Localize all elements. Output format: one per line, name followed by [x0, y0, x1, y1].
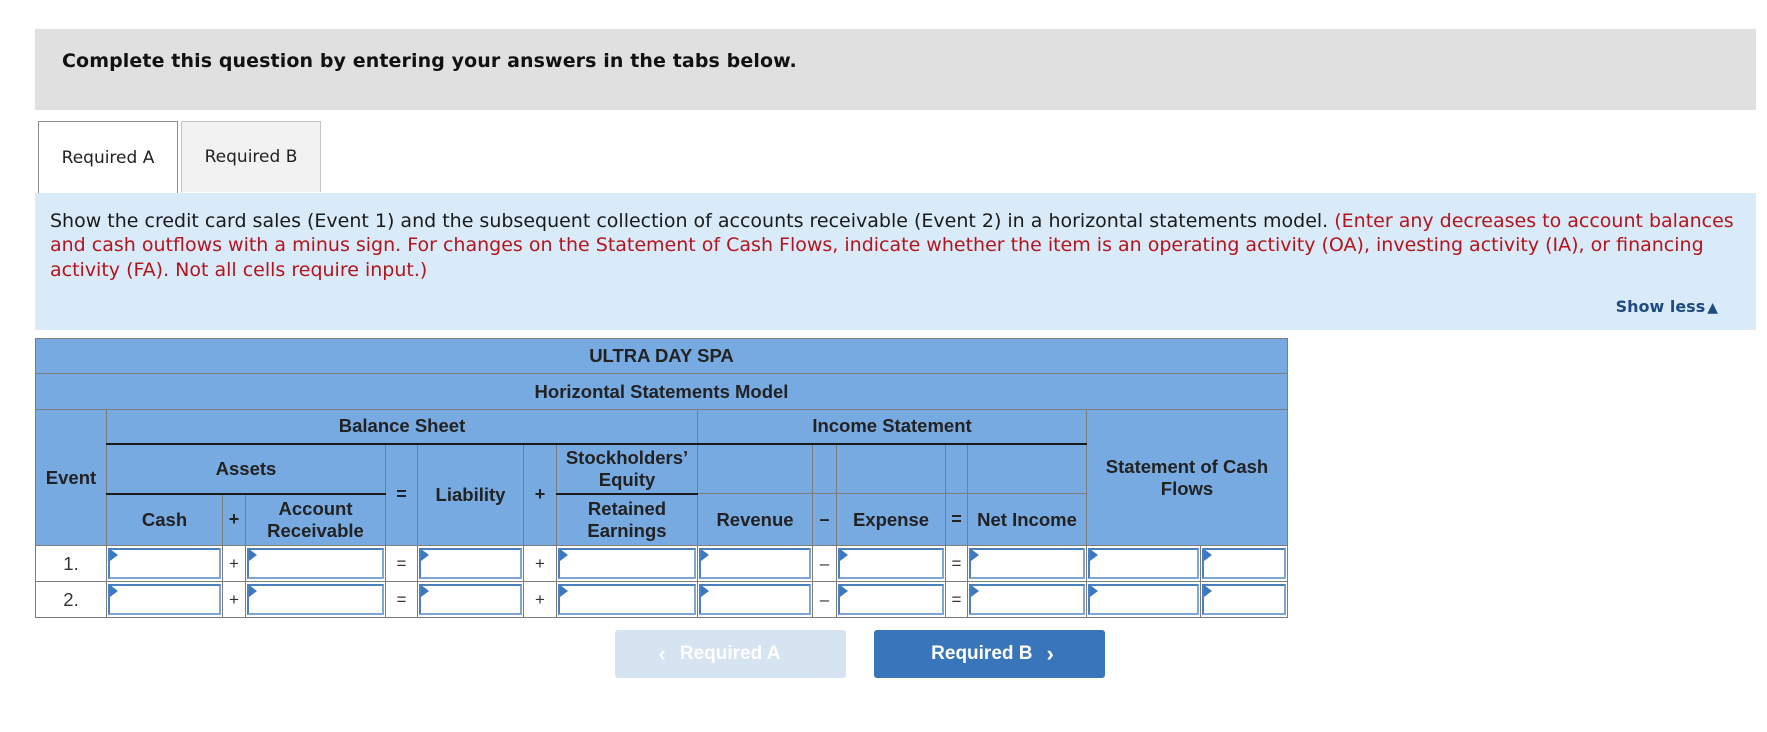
- event-header: Event: [35, 409, 107, 546]
- account-receivable-input[interactable]: [247, 584, 384, 615]
- expense-header: Expense: [836, 493, 946, 546]
- cash-input[interactable]: [108, 584, 221, 615]
- triangle-up-icon: ▲: [1707, 300, 1718, 316]
- revenue-spacer: [697, 443, 813, 494]
- table-row: 1. + = + – =: [35, 545, 1288, 582]
- tab-bar: Required A Required B: [35, 121, 1756, 194]
- next-button-label: Required B: [931, 643, 1033, 664]
- table-title: Horizontal Statements Model: [35, 373, 1288, 410]
- revenue-input[interactable]: [699, 548, 811, 579]
- account-receivable-input[interactable]: [247, 548, 384, 579]
- instructions-panel: Show the credit card sales (Event 1) and…: [35, 193, 1756, 330]
- equals-sign: =: [385, 581, 418, 618]
- prev-button-label: Required A: [679, 643, 781, 664]
- cash-flow-activity-select[interactable]: [1202, 548, 1286, 579]
- table-row: 2. + = + – =: [35, 581, 1288, 618]
- net-income-input[interactable]: [969, 584, 1085, 615]
- account-receivable-header: Account Receivable: [245, 493, 386, 546]
- expense-input[interactable]: [838, 584, 944, 615]
- plus-sign: +: [523, 545, 557, 582]
- expense-input[interactable]: [838, 548, 944, 579]
- equals-sign: =: [945, 581, 968, 618]
- balance-sheet-header: Balance Sheet: [106, 409, 698, 445]
- cash-flow-activity-select[interactable]: [1202, 584, 1286, 615]
- minus-sign: –: [812, 581, 837, 618]
- equals-operator-income: =: [945, 493, 968, 546]
- minus-sign: –: [812, 545, 837, 582]
- revenue-header: Revenue: [697, 493, 813, 546]
- assets-header: Assets: [106, 443, 386, 495]
- event-number: 2.: [35, 581, 107, 618]
- show-less-link[interactable]: Show less ▲: [1616, 297, 1718, 316]
- plus-operator-header: +: [523, 443, 557, 546]
- stockholders-equity-header: Stockholders’ Equity: [556, 443, 698, 495]
- cash-input[interactable]: [108, 548, 221, 579]
- plus-sign: +: [222, 545, 246, 582]
- chevron-left-icon: ‹: [658, 641, 666, 666]
- tab-required-b[interactable]: Required B: [181, 121, 321, 192]
- liability-header: Liability: [417, 443, 524, 546]
- equals-sign: =: [385, 545, 418, 582]
- plus-sign: +: [523, 581, 557, 618]
- tab-required-a[interactable]: Required A: [38, 121, 178, 193]
- revenue-input[interactable]: [699, 584, 811, 615]
- net-income-spacer: [967, 443, 1087, 494]
- liability-input[interactable]: [419, 548, 522, 579]
- cash-flow-amount-input[interactable]: [1088, 548, 1199, 579]
- cash-header: Cash: [106, 493, 223, 546]
- retained-earnings-header: Retained Earnings: [556, 493, 698, 546]
- minus-spacer: [812, 443, 837, 494]
- question-header-text: Complete this question by entering your …: [62, 50, 797, 72]
- cash-flow-amount-input[interactable]: [1088, 584, 1199, 615]
- expense-spacer: [836, 443, 946, 494]
- income-statement-header: Income Statement: [697, 409, 1087, 445]
- equals-operator-header: =: [385, 443, 418, 546]
- equals-sign: =: [945, 545, 968, 582]
- minus-operator-header: –: [812, 493, 837, 546]
- horizontal-statements-table: ULTRA DAY SPA Horizontal Statements Mode…: [35, 338, 1288, 618]
- question-header: Complete this question by entering your …: [35, 29, 1756, 110]
- liability-input[interactable]: [419, 584, 522, 615]
- equals-spacer: [945, 443, 968, 494]
- retained-earnings-input[interactable]: [558, 584, 696, 615]
- company-name: ULTRA DAY SPA: [35, 338, 1288, 374]
- plus-operator-assets: +: [222, 493, 246, 546]
- instructions-text: Show the credit card sales (Event 1) and…: [50, 209, 1750, 282]
- event-number: 1.: [35, 545, 107, 582]
- instructions-main: Show the credit card sales (Event 1) and…: [50, 210, 1335, 232]
- net-income-input[interactable]: [969, 548, 1085, 579]
- show-less-label: Show less: [1615, 297, 1706, 316]
- plus-sign: +: [222, 581, 246, 618]
- prev-required-a-button[interactable]: ‹ Required A: [615, 630, 846, 678]
- next-required-b-button[interactable]: Required B ›: [874, 630, 1105, 678]
- retained-earnings-input[interactable]: [558, 548, 696, 579]
- chevron-right-icon: ›: [1046, 641, 1054, 666]
- cash-flows-header: Statement of Cash Flows: [1086, 409, 1288, 546]
- net-income-header: Net Income: [967, 493, 1087, 546]
